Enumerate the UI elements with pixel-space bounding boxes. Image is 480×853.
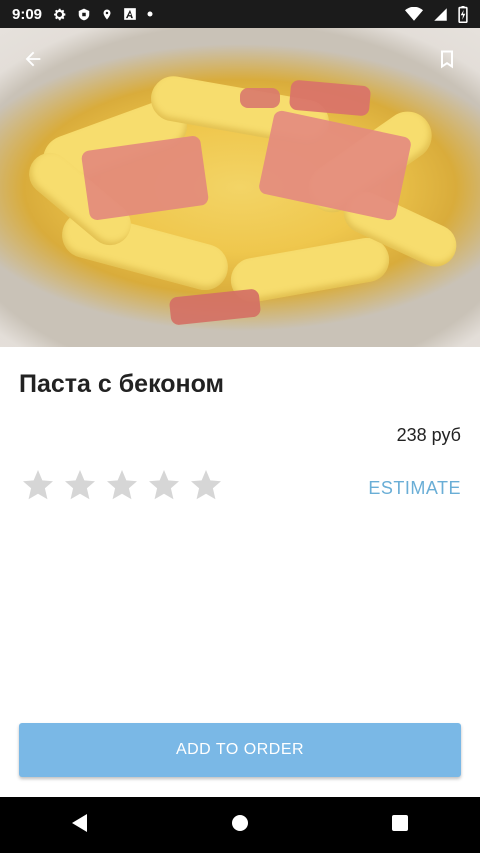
a-icon [123, 7, 137, 21]
nav-recents-button[interactable] [370, 805, 430, 845]
arrow-back-icon [22, 48, 44, 75]
location-icon [101, 7, 113, 22]
rating-stars[interactable] [20, 467, 224, 503]
status-bar: 9:09 [0, 0, 480, 28]
signal-icon [433, 7, 448, 22]
star-icon[interactable] [188, 467, 224, 503]
status-time: 9:09 [12, 5, 43, 23]
dish-title: Паста с беконом [19, 370, 225, 398]
system-nav-bar [0, 797, 480, 853]
star-icon[interactable] [20, 467, 56, 503]
nav-back-button[interactable] [50, 805, 110, 845]
bookmark-button[interactable] [432, 46, 462, 76]
back-triangle-icon [71, 813, 89, 838]
wifi-icon [405, 7, 423, 21]
add-to-order-label: ADD TO ORDER [175, 741, 305, 758]
star-icon[interactable] [62, 467, 98, 503]
battery-icon [458, 5, 468, 23]
add-to-order-button[interactable]: ADD TO ORDER [19, 723, 461, 777]
shield-icon [77, 7, 91, 22]
back-button[interactable] [18, 46, 48, 76]
star-icon[interactable] [104, 467, 140, 503]
gear-icon [52, 7, 67, 22]
dish-price: 238 руб [396, 425, 461, 445]
dish-image [0, 28, 480, 347]
dot-icon [147, 11, 153, 17]
estimate-button[interactable]: ESTIMATE [368, 478, 461, 499]
bookmark-icon [437, 48, 457, 75]
nav-home-button[interactable] [210, 805, 270, 845]
recents-square-icon [391, 814, 409, 837]
home-circle-icon [231, 814, 249, 837]
star-icon[interactable] [146, 467, 182, 503]
